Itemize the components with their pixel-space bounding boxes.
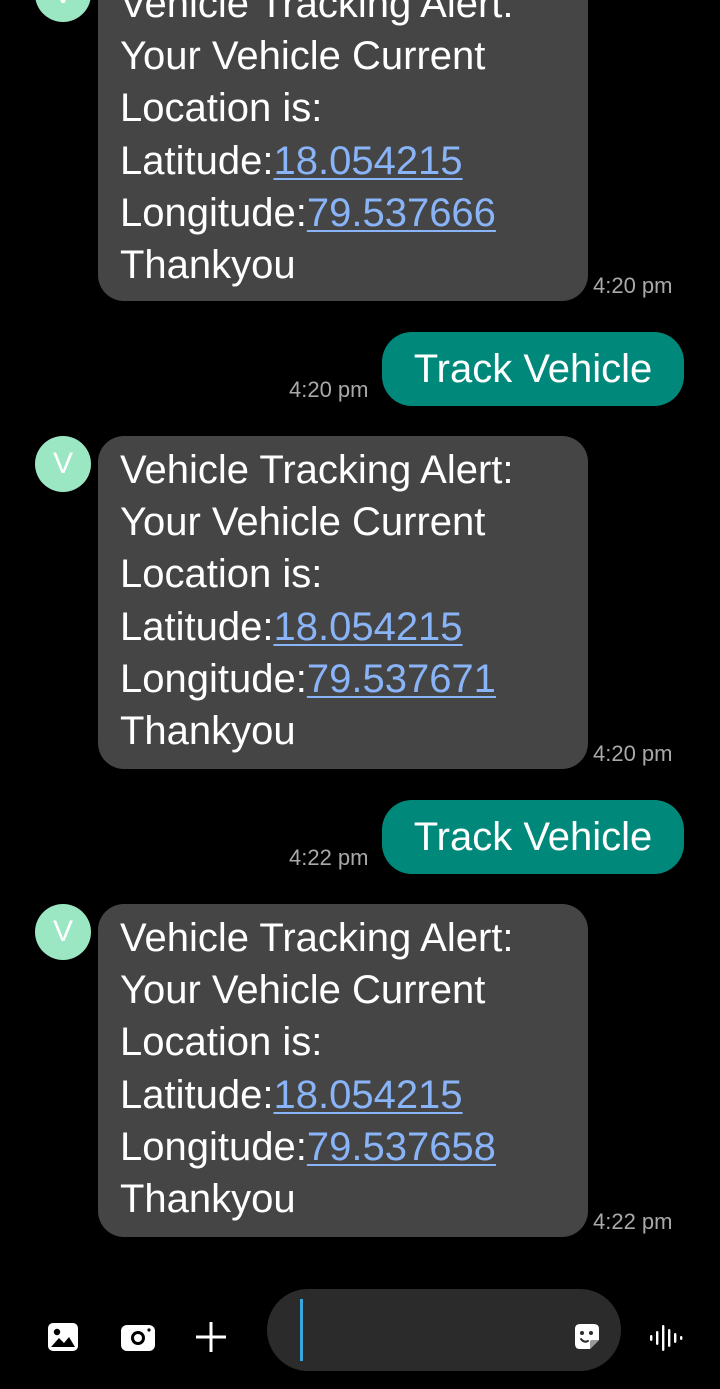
message-closing: Thankyou	[120, 243, 296, 288]
sender-avatar[interactable]: V	[35, 436, 91, 492]
voice-icon[interactable]	[648, 1322, 684, 1354]
message-timestamp: 4:20 pm	[593, 273, 673, 298]
sticker-icon[interactable]	[571, 1321, 603, 1353]
message-line: Vehicle Tracking Alert:	[120, 448, 514, 492]
sender-avatar[interactable]: V	[35, 904, 91, 960]
message-input-box[interactable]	[267, 1289, 621, 1371]
latitude-label: Latitude:	[120, 1072, 274, 1117]
message-timestamp: 4:22 pm	[289, 845, 369, 870]
message-line: Your Vehicle Current	[120, 968, 486, 1013]
latitude-label: Latitude:	[120, 604, 274, 649]
longitude-link[interactable]: 79.537658	[307, 1125, 496, 1169]
message-line: Your Vehicle Current	[120, 500, 486, 545]
longitude-line: Longitude:79.537671	[120, 653, 566, 705]
gallery-icon[interactable]	[46, 1320, 80, 1354]
camera-icon[interactable]	[120, 1320, 155, 1354]
latitude-label: Latitude:	[120, 138, 274, 183]
message-closing: Thankyou	[120, 1177, 296, 1222]
longitude-link[interactable]: 79.537666	[307, 191, 496, 235]
message-line: Vehicle Tracking Alert:	[120, 0, 514, 26]
latitude-line: Latitude:18.054215	[120, 1069, 566, 1121]
message-line: Location is:	[120, 86, 323, 131]
outgoing-message-bubble[interactable]: Track Vehicle	[382, 332, 684, 406]
message-line: Location is:	[120, 1020, 323, 1065]
message-timestamp: 4:20 pm	[289, 377, 369, 402]
message-input[interactable]	[307, 1305, 561, 1357]
latitude-link[interactable]: 18.054215	[273, 139, 462, 183]
latitude-link[interactable]: 18.054215	[273, 1073, 462, 1117]
incoming-message-bubble[interactable]: Vehicle Tracking Alert: Your Vehicle Cur…	[98, 436, 588, 769]
incoming-message-bubble[interactable]: Vehicle Tracking Alert: Your Vehicle Cur…	[98, 0, 588, 301]
message-line: Vehicle Tracking Alert:	[120, 916, 514, 960]
latitude-line: Latitude:18.054215	[120, 135, 566, 187]
longitude-label: Longitude:	[120, 656, 307, 701]
incoming-message-bubble[interactable]: Vehicle Tracking Alert: Your Vehicle Cur…	[98, 904, 588, 1237]
longitude-link[interactable]: 79.537671	[307, 657, 496, 701]
sender-avatar[interactable]: V	[35, 0, 91, 22]
message-line: Location is:	[120, 552, 323, 597]
plus-icon[interactable]	[194, 1320, 228, 1354]
text-caret	[300, 1299, 303, 1361]
conversation-screen: V Vehicle Tracking Alert: Your Vehicle C…	[0, 0, 720, 1389]
message-closing: Thankyou	[120, 709, 296, 754]
outgoing-message-bubble[interactable]: Track Vehicle	[382, 800, 684, 874]
longitude-line: Longitude:79.537658	[120, 1121, 566, 1173]
message-timestamp: 4:20 pm	[593, 741, 673, 766]
message-line: Your Vehicle Current	[120, 34, 486, 79]
message-timestamp: 4:22 pm	[593, 1209, 673, 1234]
longitude-label: Longitude:	[120, 190, 307, 235]
longitude-line: Longitude:79.537666	[120, 187, 566, 239]
latitude-link[interactable]: 18.054215	[273, 605, 462, 649]
latitude-line: Latitude:18.054215	[120, 601, 566, 653]
longitude-label: Longitude:	[120, 1124, 307, 1169]
